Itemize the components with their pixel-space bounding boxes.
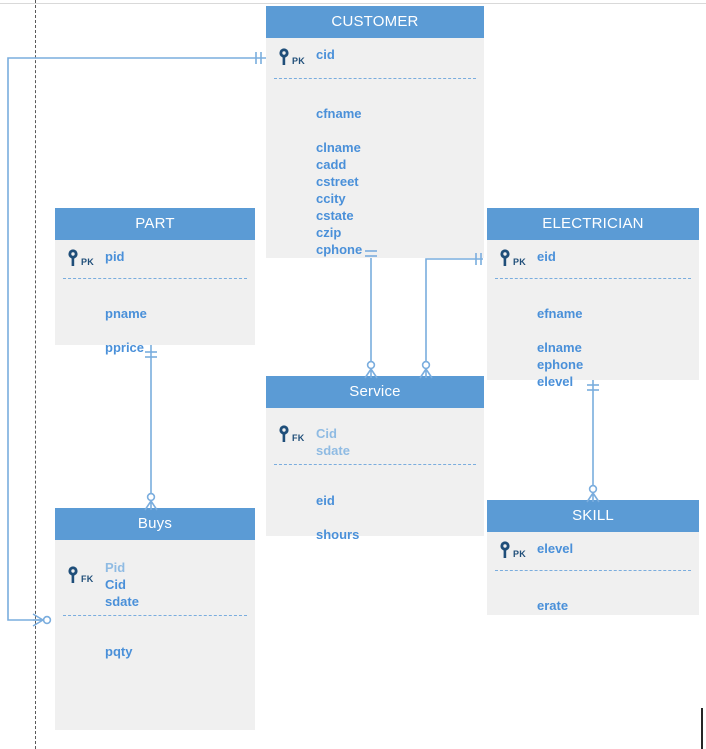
key-icon <box>67 566 80 588</box>
key-icon <box>278 425 291 447</box>
customer-attr-clname: clname <box>316 140 361 155</box>
skill-key-badge: PK <box>513 548 526 559</box>
electrician-divider <box>495 278 691 279</box>
er-diagram-canvas: CUSTOMER PK cid cfname clname cadd cstre… <box>0 0 706 749</box>
customer-attr-cstreet: cstreet <box>316 174 359 189</box>
skill-pk-key: PK <box>499 541 526 563</box>
key-icon <box>67 249 80 271</box>
customer-attr-cstate: cstate <box>316 208 354 223</box>
page-margin-guide <box>35 0 36 749</box>
service-attr-eid: eid <box>316 493 335 508</box>
part-attr-pid: pid <box>105 249 125 264</box>
service-fk-key: FK <box>278 425 304 447</box>
entity-part[interactable]: PART PK pid pname pprice <box>55 208 255 355</box>
entity-part-body: PK pid pname pprice <box>55 240 255 362</box>
electrician-attr-eid: eid <box>537 249 556 264</box>
entity-skill[interactable]: SKILL PK elevel erate <box>487 500 699 615</box>
buys-attr-sdate: sdate <box>105 594 139 609</box>
part-key-badge: PK <box>81 256 94 267</box>
entity-service-title: Service <box>266 376 484 408</box>
service-attr-sdate: sdate <box>316 443 350 458</box>
customer-attr-cid: cid <box>316 47 335 62</box>
entity-service[interactable]: Service FK Cid sdate eid shours <box>266 376 484 542</box>
buys-fk-key: FK <box>67 566 93 588</box>
buys-divider <box>63 615 247 616</box>
page-top-rule <box>0 3 706 4</box>
electrician-pk-key: PK <box>499 249 526 271</box>
link-customer-service <box>364 250 378 379</box>
entity-electrician-title: ELECTRICIAN <box>487 208 699 240</box>
entity-buys[interactable]: Buys FK Pid Cid sdate pqty <box>55 508 255 730</box>
customer-key-badge: PK <box>292 55 305 66</box>
skill-divider <box>495 570 691 571</box>
customer-divider <box>274 78 476 79</box>
customer-attr-czip: czip <box>316 225 342 240</box>
entity-skill-body: PK elevel erate <box>487 532 699 620</box>
customer-attr-ccity: ccity <box>316 191 346 206</box>
key-icon <box>499 541 512 563</box>
part-divider <box>63 278 247 279</box>
entity-part-title: PART <box>55 208 255 240</box>
customer-attr-cadd: cadd <box>316 157 347 172</box>
customer-attr-cfname: cfname <box>316 106 362 121</box>
service-attr-shours: shours <box>316 527 360 542</box>
link-part-buys <box>144 345 158 511</box>
key-icon <box>278 48 291 70</box>
page-corner-mark <box>701 708 703 749</box>
entity-electrician-body: PK eid efname elname ephone elevel <box>487 240 699 396</box>
entity-service-body: FK Cid sdate eid shours <box>266 408 484 549</box>
electrician-attr-ephone: ephone <box>537 357 584 372</box>
entity-buys-title: Buys <box>55 508 255 540</box>
service-attr-cid: Cid <box>316 426 337 441</box>
skill-attr-elevel: elevel <box>537 541 574 556</box>
service-divider <box>274 464 476 465</box>
buys-attr-cid: Cid <box>105 577 126 592</box>
part-pk-key: PK <box>67 249 94 271</box>
electrician-key-badge: PK <box>513 256 526 267</box>
entity-skill-title: SKILL <box>487 500 699 532</box>
electrician-attr-efname: efname <box>537 306 583 321</box>
buys-attr-pqty: pqty <box>105 644 133 659</box>
link-electrician-service <box>419 253 483 379</box>
entity-customer-body: PK cid cfname clname cadd cstreet ccity … <box>266 38 484 264</box>
key-icon <box>499 249 512 271</box>
entity-customer-title: CUSTOMER <box>266 6 484 38</box>
entity-buys-body: FK Pid Cid sdate pqty <box>55 540 255 666</box>
buys-attr-pid: Pid <box>105 560 126 575</box>
buys-key-badge: FK <box>81 573 94 584</box>
customer-attr-cphone: cphone <box>316 242 363 257</box>
electrician-attr-elevel: elevel <box>537 374 574 389</box>
customer-pk-key: PK <box>278 48 305 70</box>
entity-electrician[interactable]: ELECTRICIAN PK eid efname elname ephone … <box>487 208 699 389</box>
link-electrician-skill <box>586 380 600 503</box>
part-attr-pprice: pprice <box>105 340 145 355</box>
entity-customer[interactable]: CUSTOMER PK cid cfname clname cadd cstre… <box>266 6 484 258</box>
skill-attr-erate: erate <box>537 598 569 613</box>
part-attr-pname: pname <box>105 306 147 321</box>
electrician-attr-elname: elname <box>537 340 582 355</box>
service-key-badge: FK <box>292 432 305 443</box>
